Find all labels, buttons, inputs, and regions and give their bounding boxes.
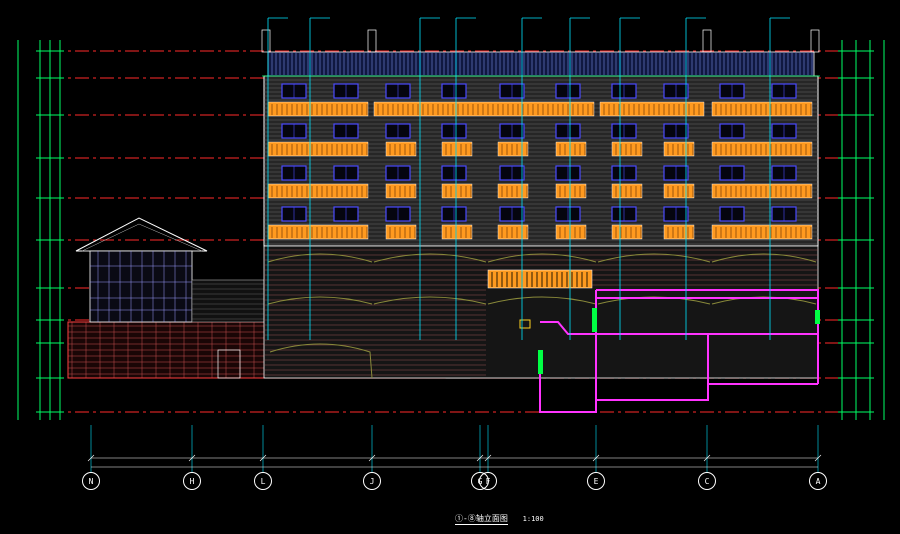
- right-elevation-dimensions: [838, 40, 885, 420]
- balcony: [555, 224, 587, 240]
- balcony: [711, 224, 813, 240]
- main-building-facade: [261, 29, 820, 247]
- balcony: [663, 224, 695, 240]
- balcony: [555, 183, 587, 199]
- axis-bubble-l: L: [254, 472, 272, 490]
- balcony: [373, 101, 595, 117]
- balcony: [611, 224, 643, 240]
- balcony: [385, 141, 417, 157]
- balcony: [497, 141, 529, 157]
- axis-bubble-e: E: [587, 472, 605, 490]
- balcony: [663, 183, 695, 199]
- axis-bubble-j: J: [363, 472, 381, 490]
- elevation-drawing-canvas: [17, 17, 885, 472]
- balcony: [267, 224, 369, 240]
- drawing-title-block: ①-⑧轴立面图 1:100: [455, 513, 544, 525]
- balcony: [599, 101, 705, 117]
- balcony: [267, 183, 369, 199]
- grid-axis-lines: [87, 425, 822, 472]
- axis-bubble-c: C: [698, 472, 716, 490]
- balcony: [663, 141, 695, 157]
- bottom-dimension-chain: [91, 457, 818, 468]
- drawing-title: ①-⑧轴立面图: [455, 514, 508, 525]
- balcony: [497, 224, 529, 240]
- pavilion-structure: [75, 217, 265, 323]
- balcony: [441, 224, 473, 240]
- balcony: [711, 141, 813, 157]
- axis-bubble-a: A: [809, 472, 827, 490]
- balcony: [385, 183, 417, 199]
- balcony: [711, 183, 813, 199]
- balcony: [441, 183, 473, 199]
- axis-bubble-h: H: [183, 472, 201, 490]
- balcony: [441, 141, 473, 157]
- balcony: [497, 183, 529, 199]
- balcony: [267, 141, 369, 157]
- balcony: [611, 183, 643, 199]
- balcony: [267, 101, 369, 117]
- drawing-scale: 1:100: [522, 515, 544, 523]
- balcony: [711, 101, 813, 117]
- balcony: [555, 141, 587, 157]
- left-elevation-dimensions: [17, 40, 64, 420]
- axis-bubble-n: N: [82, 472, 100, 490]
- balcony: [385, 224, 417, 240]
- balcony: [611, 141, 643, 157]
- axis-bubble-f: F: [479, 472, 497, 490]
